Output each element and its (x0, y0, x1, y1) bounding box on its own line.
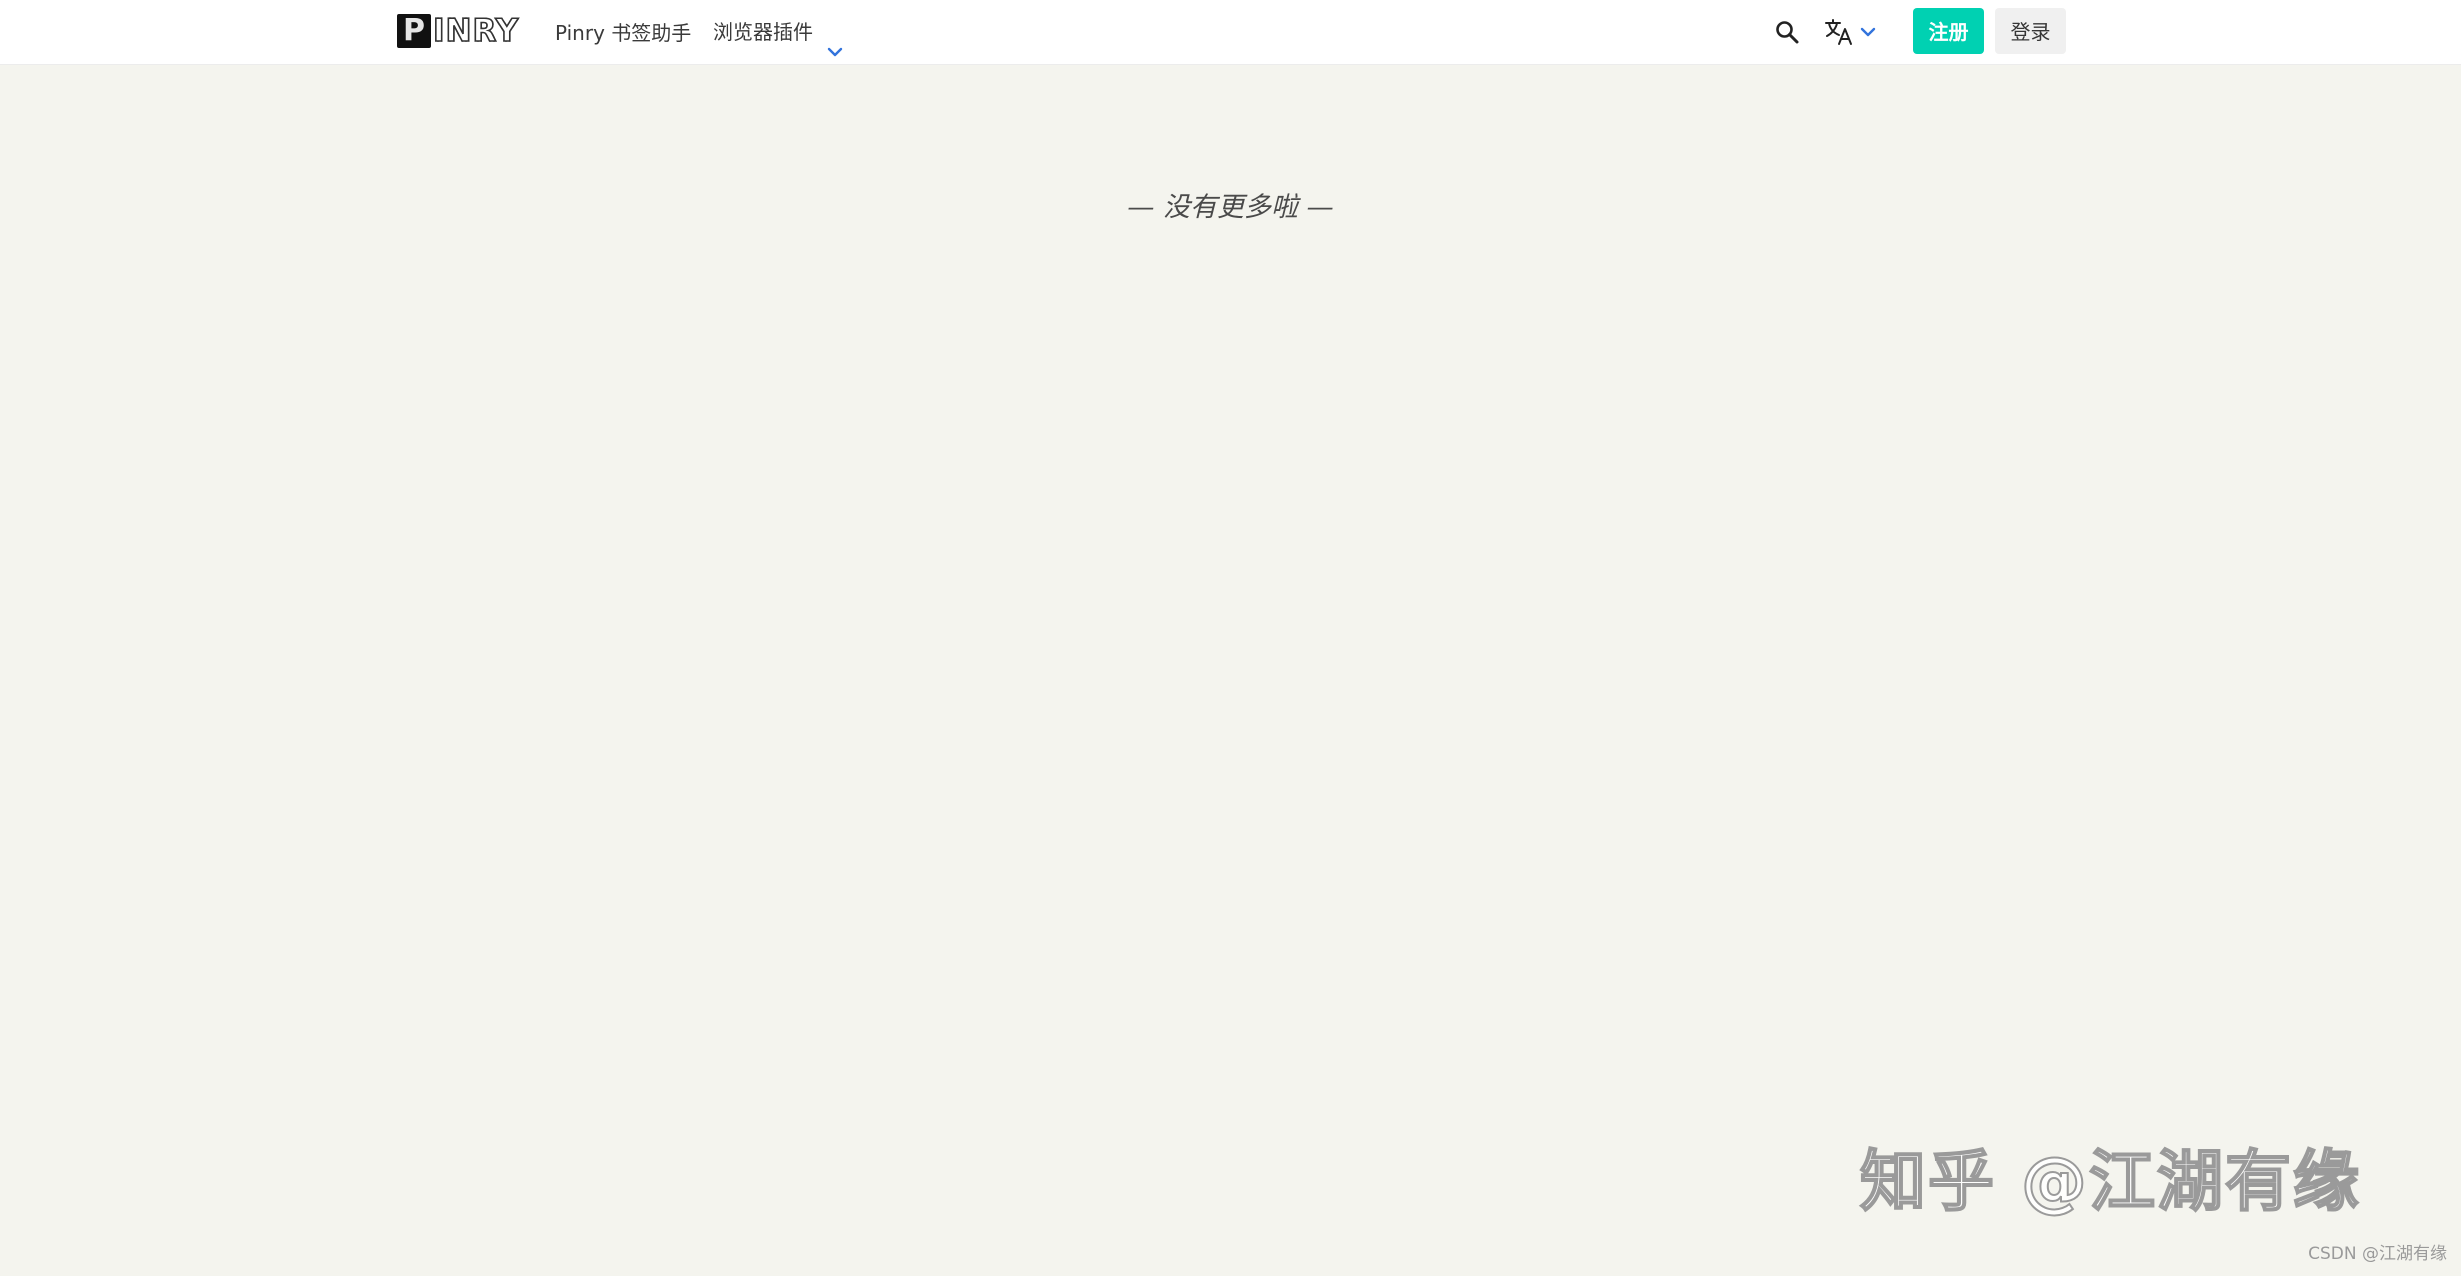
watermark: 知乎 @江湖有缘 (1859, 1142, 2361, 1221)
search-icon[interactable] (1774, 19, 1800, 45)
chevron-down-icon (825, 22, 845, 57)
csdn-credit: CSDN @江湖有缘 (2308, 1244, 2447, 1264)
nav-browser-plugin-dropdown[interactable]: 浏览器插件 (713, 0, 845, 64)
brand-logo[interactable]: P INRY (397, 12, 519, 50)
signup-button[interactable]: 注册 (1913, 8, 1984, 54)
page: P INRY Pinry 书签助手 浏览器插件 注册 登录 — 没有更多啦 — … (0, 0, 2461, 1276)
brand-logo-text: INRY (432, 12, 520, 50)
language-selector[interactable] (1824, 0, 1878, 64)
end-of-list-message: — 没有更多啦 — (1127, 192, 1334, 223)
nav-browser-plugin-label: 浏览器插件 (713, 20, 813, 44)
right-tools (1774, 0, 1800, 64)
brand-logo-initial: P (397, 14, 431, 48)
login-button[interactable]: 登录 (1995, 8, 2066, 54)
navbar-inner: P INRY Pinry 书签助手 浏览器插件 注册 登录 (397, 0, 2069, 64)
navbar: P INRY Pinry 书签助手 浏览器插件 注册 登录 (0, 0, 2461, 65)
chevron-down-icon (1858, 22, 1878, 42)
nav-bookmark-helper[interactable]: Pinry 书签助手 (555, 0, 691, 64)
translate-icon (1824, 17, 1854, 47)
